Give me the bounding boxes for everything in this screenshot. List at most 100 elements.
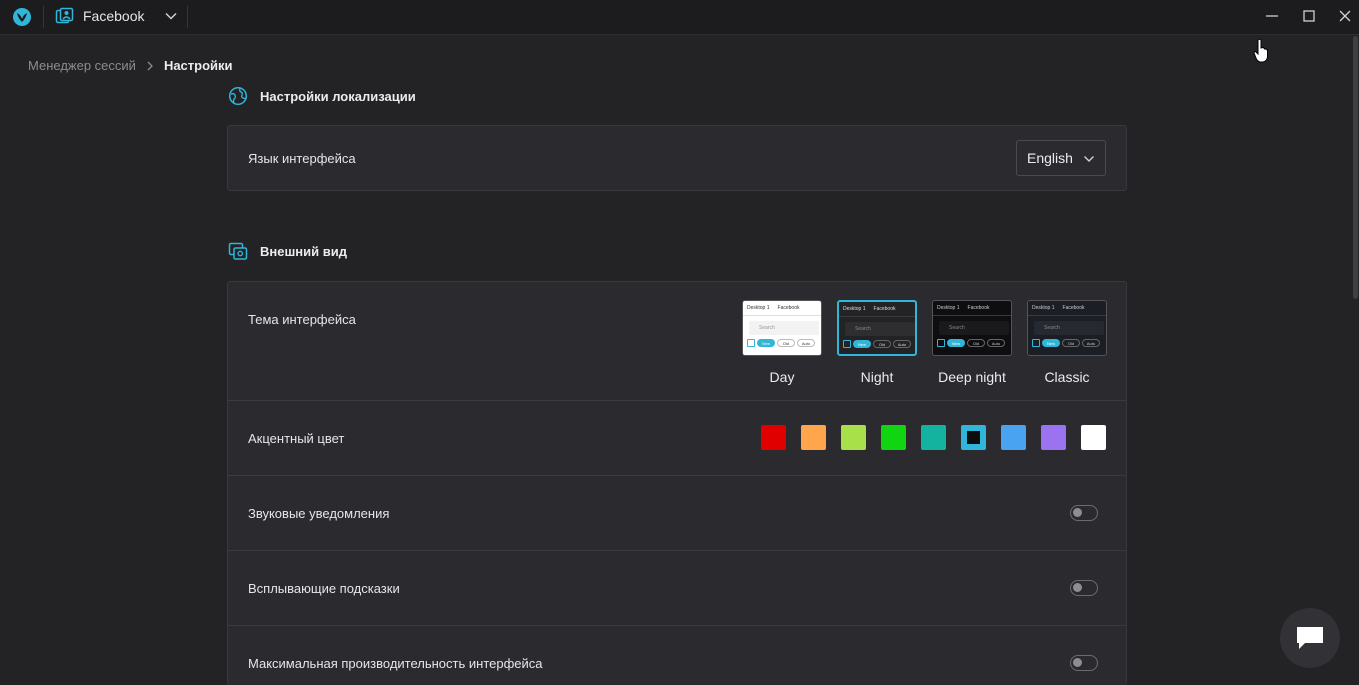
localization-section-title: Настройки локализации (260, 88, 416, 104)
scrollbar-thumb[interactable] (1353, 36, 1358, 299)
localization-section-header: Настройки локализации (228, 86, 416, 106)
chat-button[interactable] (1280, 608, 1340, 668)
chevron-down-icon[interactable] (164, 9, 178, 23)
row-divider (228, 550, 1126, 551)
profile-card-icon (55, 7, 74, 24)
accent-color-swatch[interactable] (961, 425, 986, 450)
theme-preview-search: Search (939, 321, 1009, 335)
theme-preview-chip: New (853, 340, 871, 348)
globe-icon (228, 86, 248, 106)
display-settings-icon (228, 242, 248, 260)
theme-preview-header: Desktop 1 Facebook (1028, 301, 1106, 316)
breadcrumb-session-manager[interactable]: Менеджер сессий (28, 58, 136, 73)
language-label: Язык интерфейса (248, 151, 356, 166)
theme-preview-tab: Desktop 1 (747, 305, 770, 311)
accent-color-swatch[interactable] (761, 425, 786, 450)
theme-option[interactable]: Desktop 1 Facebook Search New Old Auto Day (742, 300, 822, 385)
sound-notifications-label: Звуковые уведомления (248, 506, 390, 521)
theme-preview-chip: Auto (1082, 339, 1100, 347)
accent-color-swatch[interactable] (1001, 425, 1026, 450)
language-select[interactable]: English (1016, 140, 1106, 176)
theme-preview[interactable]: Desktop 1 Facebook Search New Old Auto (742, 300, 822, 356)
theme-preview-tab: Desktop 1 (1032, 305, 1055, 311)
max-performance-toggle[interactable] (1070, 655, 1098, 671)
theme-name[interactable]: Classic (1027, 369, 1107, 385)
localization-card: Язык интерфейса English (227, 125, 1127, 191)
theme-preview-chips: New Old Auto (1032, 339, 1100, 347)
theme-preview-chip: Auto (797, 339, 815, 347)
theme-preview-chips: New Old Auto (747, 339, 815, 347)
theme-preview-add-chip (747, 339, 755, 347)
theme-preview-chip: New (1042, 339, 1060, 347)
accent-color-swatch[interactable] (801, 425, 826, 450)
theme-preview-profile: Facebook (1062, 305, 1085, 311)
breadcrumb-current: Настройки (163, 58, 233, 73)
tooltips-toggle[interactable] (1070, 580, 1098, 596)
appearance-section-header: Внешний вид (228, 241, 347, 261)
theme-preview-chip: Old (873, 340, 891, 348)
toggle-knob (1073, 583, 1082, 592)
theme-preview-tab: Desktop 1 (843, 306, 866, 312)
accent-color-swatch[interactable] (881, 425, 906, 450)
theme-preview-add-chip (1032, 339, 1040, 347)
chevron-right-icon (147, 61, 153, 70)
toggle-knob (1073, 658, 1082, 667)
chat-bubble-icon (1297, 627, 1323, 649)
hand-pointer-cursor-icon (1253, 38, 1268, 63)
theme-preview-tab: Desktop 1 (937, 305, 960, 311)
maximize-icon[interactable] (1301, 8, 1317, 24)
theme-preview-profile: Facebook (967, 305, 990, 311)
theme-label: Тема интерфейса (248, 312, 356, 327)
settings-page: Менеджер сессий Настройки Настройки лока… (0, 36, 1359, 685)
theme-preview-chip: New (947, 339, 965, 347)
theme-name[interactable]: Day (742, 369, 822, 385)
sound-notifications-toggle[interactable] (1070, 505, 1098, 521)
theme-preview-search: Search (1034, 321, 1104, 335)
theme-option[interactable]: Desktop 1 Facebook Search New Old Auto Night (837, 300, 917, 385)
theme-name[interactable]: Deep night (932, 369, 1012, 385)
theme-preview-header: Desktop 1 Facebook (743, 301, 821, 316)
breadcrumb: Менеджер сессий Настройки (28, 58, 233, 73)
theme-option[interactable]: Desktop 1 Facebook Search New Old Auto Classic (1027, 300, 1107, 385)
theme-preview-chips: New Old Auto (937, 339, 1005, 347)
theme-preview-add-chip (937, 339, 945, 347)
appearance-section-title: Внешний вид (260, 243, 347, 259)
theme-preview-chip: Auto (987, 339, 1005, 347)
accent-color-options (228, 400, 1126, 475)
theme-preview-chips: New Old Auto (843, 340, 911, 348)
theme-preview-add-chip (843, 340, 851, 348)
accent-color-swatch[interactable] (1081, 425, 1106, 450)
butterfly-logo-icon[interactable] (12, 7, 32, 27)
theme-preview[interactable]: Desktop 1 Facebook Search New Old Auto (837, 300, 917, 356)
theme-preview-search: Search (845, 322, 915, 336)
title-bar: Facebook (0, 0, 1359, 35)
appearance-card: Тема интерфейса Desktop 1 Facebook Search N… (227, 281, 1127, 685)
theme-preview-chip: Old (1062, 339, 1080, 347)
row-divider (228, 475, 1126, 476)
close-icon[interactable] (1337, 8, 1353, 24)
theme-name[interactable]: Night (837, 369, 917, 385)
titlebar-separator (187, 6, 188, 28)
tooltips-label: Всплывающие подсказки (248, 581, 400, 596)
selected-swatch-indicator (967, 431, 980, 444)
theme-preview[interactable]: Desktop 1 Facebook Search New Old Auto (1027, 300, 1107, 356)
titlebar-separator (43, 6, 44, 28)
max-performance-label: Максимальная производительность интерфей… (248, 656, 543, 671)
theme-preview-profile: Facebook (777, 305, 800, 311)
language-select-value: English (1027, 150, 1073, 166)
accent-color-swatch[interactable] (841, 425, 866, 450)
accent-color-swatch[interactable] (1041, 425, 1066, 450)
theme-preview-chip: New (757, 339, 775, 347)
theme-option[interactable]: Desktop 1 Facebook Search New Old Auto Deep ni… (932, 300, 1012, 385)
theme-preview-search: Search (749, 321, 819, 335)
toggle-knob (1073, 508, 1082, 517)
profile-name[interactable]: Facebook (83, 8, 144, 24)
theme-preview-chip: Old (777, 339, 795, 347)
accent-color-swatch[interactable] (921, 425, 946, 450)
minimize-icon[interactable] (1264, 8, 1280, 24)
theme-preview-profile: Facebook (873, 306, 896, 312)
row-divider (228, 625, 1126, 626)
theme-preview-header: Desktop 1 Facebook (839, 302, 915, 317)
theme-preview[interactable]: Desktop 1 Facebook Search New Old Auto (932, 300, 1012, 356)
theme-preview-chip: Old (967, 339, 985, 347)
